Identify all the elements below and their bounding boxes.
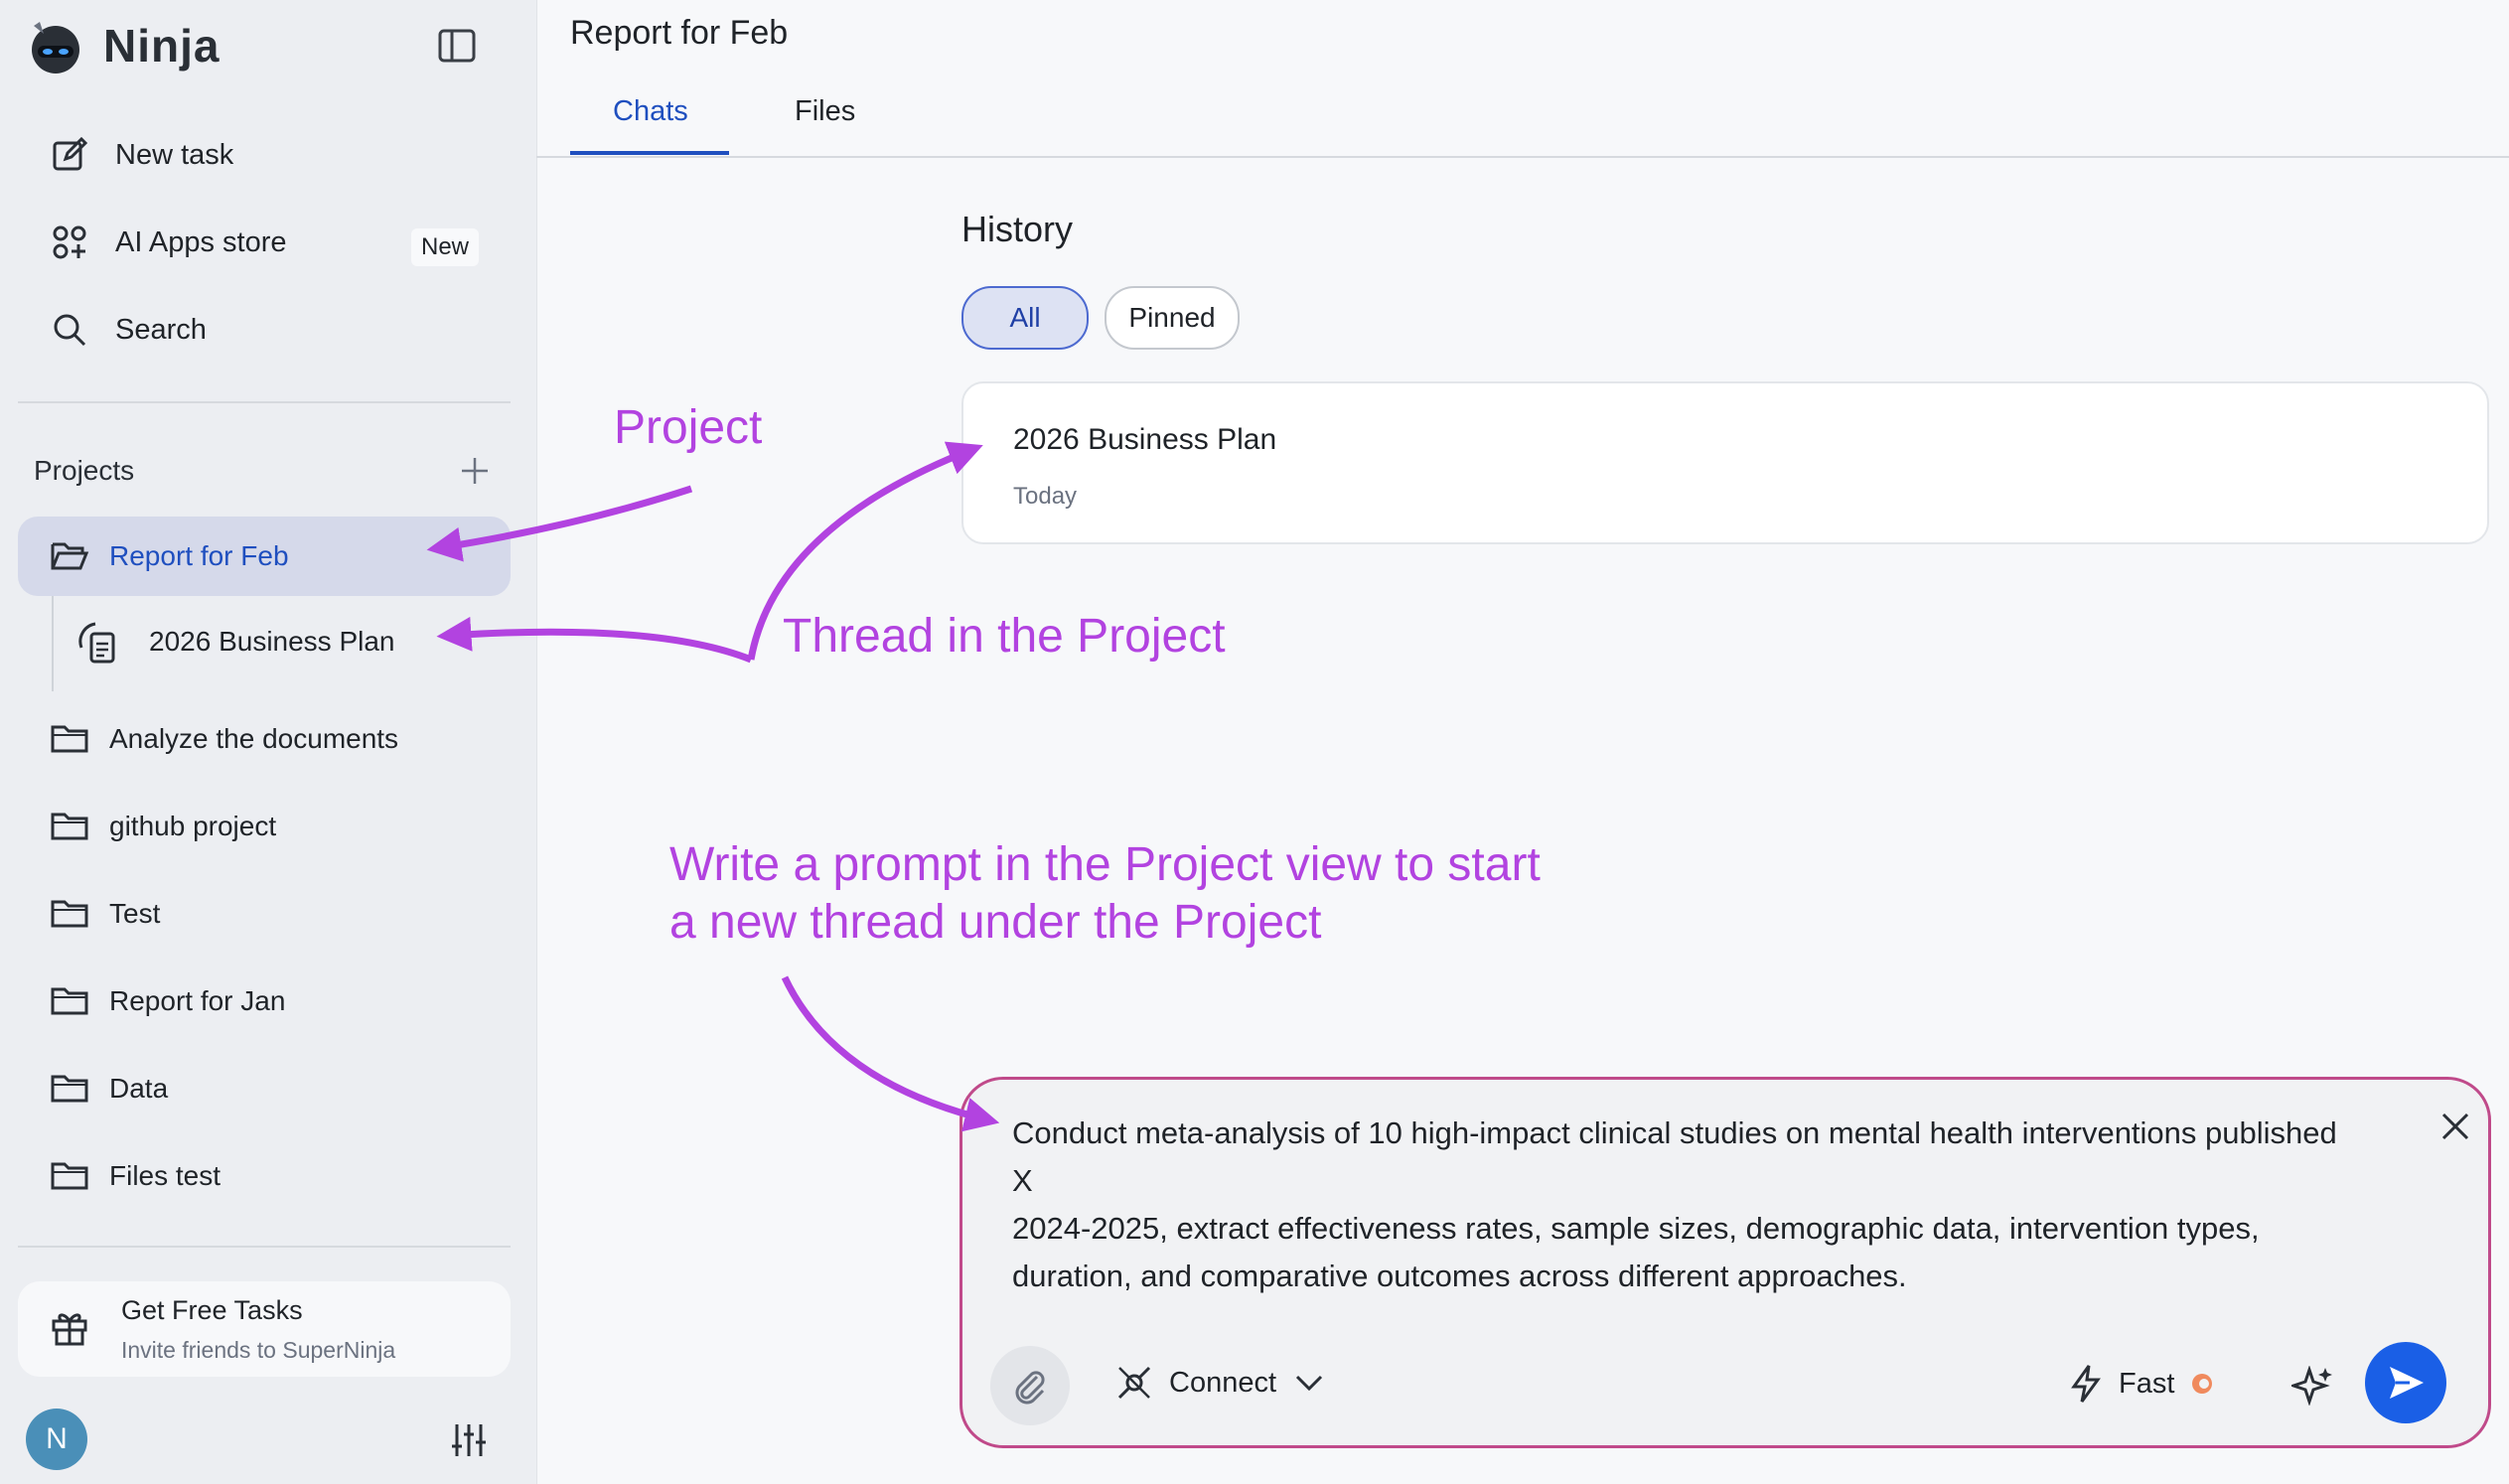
- arrow-to-thread: [436, 616, 753, 664]
- arrow-to-history-card: [747, 441, 983, 661]
- annotation-arrows: [426, 441, 1000, 1132]
- arrow-to-project: [426, 485, 693, 562]
- arrow-to-composer: [781, 975, 1000, 1132]
